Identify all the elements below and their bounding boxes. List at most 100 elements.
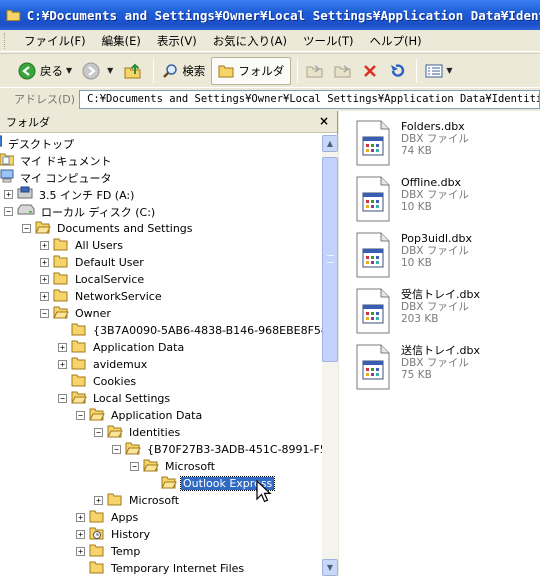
collapse-icon[interactable]: − bbox=[58, 394, 67, 403]
tree-item-label: Microsoft bbox=[165, 460, 216, 473]
folders-button[interactable]: フォルダ bbox=[211, 56, 292, 85]
tree-item-label: Owner bbox=[75, 307, 111, 320]
tree-item-floppy[interactable]: + 3.5 インチ FD (A:) bbox=[4, 186, 136, 203]
menu-file[interactable]: ファイル(F) bbox=[16, 33, 94, 49]
expand-icon[interactable]: + bbox=[76, 547, 85, 556]
tree-item-identity-guid[interactable]: − {B70F27B3-3ADB-451C-8991-F5 bbox=[112, 441, 322, 458]
tree-scrollbar[interactable]: ▲ ▼ bbox=[322, 135, 338, 576]
views-button[interactable]: ▼ bbox=[421, 57, 456, 85]
tree-item-local-settings[interactable]: − Local Settings bbox=[58, 390, 172, 407]
folder-icon bbox=[6, 9, 21, 21]
tree-item-temp[interactable]: + Temp bbox=[76, 543, 142, 560]
expand-icon[interactable]: + bbox=[76, 513, 85, 522]
tree-item-temporary-internet-files[interactable]: Temporary Internet Files bbox=[76, 560, 246, 576]
toolbar-separator bbox=[153, 58, 155, 83]
address-field[interactable]: C:¥Documents and Settings¥Owner¥Local Se… bbox=[79, 89, 540, 109]
menu-view[interactable]: 表示(V) bbox=[149, 33, 205, 49]
tree-item-microsoft[interactable]: + Microsoft bbox=[94, 492, 181, 509]
expand-icon[interactable]: + bbox=[94, 496, 103, 505]
back-dropdown-icon[interactable]: ▼ bbox=[66, 66, 72, 75]
back-button[interactable]: 戻る ▼ bbox=[14, 57, 76, 85]
expand-icon[interactable]: + bbox=[40, 241, 49, 250]
tree-item-label: Default User bbox=[75, 256, 144, 269]
delete-button[interactable] bbox=[358, 57, 382, 85]
collapse-icon[interactable]: − bbox=[76, 411, 85, 420]
tree-item-label: Identities bbox=[129, 426, 181, 439]
tree-item-desktop[interactable]: デスクトップ bbox=[0, 135, 76, 152]
copy-to-icon bbox=[334, 64, 351, 77]
tree-item-guid-folder[interactable]: {3B7A0090-5AB6-4838-B146-968EBE8F54D bbox=[58, 322, 322, 339]
menu-edit[interactable]: 編集(E) bbox=[94, 33, 149, 49]
file-item[interactable]: Folders.dbx DBX ファイル 74 KB bbox=[353, 119, 533, 169]
tree-item-my-computer[interactable]: マイ コンピュータ bbox=[0, 169, 114, 186]
collapse-icon[interactable]: − bbox=[94, 428, 103, 437]
scroll-thumb[interactable] bbox=[322, 157, 338, 362]
folder-pane: フォルダ × デスクトップ マイ ドキュメント マイ コンピュータ + 3.5 … bbox=[0, 111, 338, 576]
expand-icon[interactable]: + bbox=[58, 360, 67, 369]
search-button[interactable]: 検索 bbox=[158, 57, 209, 85]
dbx-file-icon bbox=[356, 232, 390, 278]
collapse-icon[interactable]: − bbox=[112, 445, 121, 454]
menu-favorites[interactable]: お気に入り(A) bbox=[205, 33, 295, 49]
file-item[interactable]: Offline.dbx DBX ファイル 10 KB bbox=[353, 175, 533, 225]
copy-to-button[interactable] bbox=[330, 57, 356, 85]
tree-item-networkservice[interactable]: + NetworkService bbox=[40, 288, 164, 305]
tree-item-avidemux[interactable]: + avidemux bbox=[58, 356, 149, 373]
tree-item-documents-and-settings[interactable]: − Documents and Settings bbox=[22, 220, 195, 237]
expand-icon[interactable]: + bbox=[40, 258, 49, 267]
scroll-up-icon[interactable]: ▲ bbox=[322, 135, 338, 152]
file-size: 75 KB bbox=[401, 369, 432, 381]
file-name: Folders.dbx bbox=[401, 120, 465, 133]
file-item[interactable]: 送信トレイ.dbx DBX ファイル 75 KB bbox=[353, 343, 533, 393]
title-bar[interactable]: C:¥Documents and Settings¥Owner¥Local Se… bbox=[0, 0, 540, 30]
scroll-down-icon[interactable]: ▼ bbox=[322, 559, 338, 576]
collapse-icon[interactable]: − bbox=[22, 224, 31, 233]
tree-item-default-user[interactable]: + Default User bbox=[40, 254, 146, 271]
address-path: C:¥Documents and Settings¥Owner¥Local Se… bbox=[87, 93, 539, 105]
tree-item-apps[interactable]: + Apps bbox=[76, 509, 140, 526]
collapse-icon[interactable]: − bbox=[4, 207, 13, 216]
expand-icon[interactable]: + bbox=[40, 275, 49, 284]
folder-icon bbox=[53, 238, 69, 254]
tree-item-history[interactable]: + History bbox=[76, 526, 152, 543]
folder-icon bbox=[107, 493, 123, 509]
close-icon[interactable]: × bbox=[319, 114, 329, 128]
tree-item-label: Cookies bbox=[93, 375, 137, 388]
folder-icon bbox=[89, 544, 105, 560]
tree-item-local-disk[interactable]: − ローカル ディスク (C:) bbox=[4, 203, 157, 220]
folder-icon bbox=[89, 510, 105, 526]
up-folder-button[interactable] bbox=[119, 57, 147, 85]
folder-open-icon bbox=[89, 408, 105, 424]
menu-tools[interactable]: ツール(T) bbox=[295, 33, 362, 49]
tree-item-my-documents[interactable]: マイ ドキュメント bbox=[0, 152, 114, 169]
expand-icon[interactable]: + bbox=[40, 292, 49, 301]
tree-item-cookies[interactable]: Cookies bbox=[58, 373, 138, 390]
tree-item-application-data[interactable]: + Application Data bbox=[58, 339, 186, 356]
tree-item-identities[interactable]: − Identities bbox=[94, 424, 182, 441]
expand-icon[interactable]: + bbox=[76, 530, 85, 539]
tree-item-label: デスクトップ bbox=[8, 137, 74, 151]
tree-item-local-application-data[interactable]: − Application Data bbox=[76, 407, 204, 424]
dbx-file-icon bbox=[356, 344, 390, 390]
tree-item-microsoft-identity[interactable]: − Microsoft bbox=[130, 458, 217, 475]
collapse-icon[interactable]: − bbox=[130, 462, 139, 471]
expand-icon[interactable]: + bbox=[4, 190, 13, 199]
tree-item-label: Temporary Internet Files bbox=[111, 562, 245, 575]
file-item[interactable]: Pop3uidl.dbx DBX ファイル 10 KB bbox=[353, 231, 533, 281]
views-dropdown-icon[interactable]: ▼ bbox=[446, 66, 452, 75]
tree-item-localservice[interactable]: + LocalService bbox=[40, 271, 146, 288]
folder-open-icon bbox=[71, 391, 87, 407]
undo-button[interactable] bbox=[384, 57, 410, 85]
tree-item-all-users[interactable]: + All Users bbox=[40, 237, 125, 254]
expand-icon[interactable]: + bbox=[58, 343, 67, 352]
forward-button[interactable]: ▼ bbox=[78, 57, 117, 85]
collapse-icon[interactable]: − bbox=[40, 309, 49, 318]
move-to-button[interactable] bbox=[302, 57, 328, 85]
tree-item-owner[interactable]: − Owner bbox=[40, 305, 113, 322]
menu-help[interactable]: ヘルプ(H) bbox=[362, 33, 430, 49]
file-item[interactable]: 受信トレイ.dbx DBX ファイル 203 KB bbox=[353, 287, 533, 337]
my-computer-icon bbox=[0, 169, 14, 186]
window-title: C:¥Documents and Settings¥Owner¥Local Se… bbox=[26, 7, 540, 23]
forward-dropdown-icon[interactable]: ▼ bbox=[107, 66, 113, 75]
desktop-icon bbox=[0, 135, 3, 152]
